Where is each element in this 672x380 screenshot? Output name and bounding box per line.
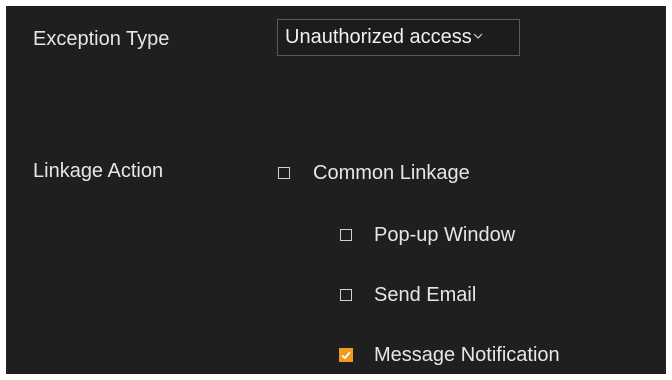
popup-window-checkbox[interactable] (340, 229, 352, 241)
exception-type-value: Unauthorized access (285, 26, 472, 48)
exception-settings-panel: Exception Type Unauthorized access Linka… (6, 6, 666, 374)
linkage-action-label: Linkage Action (33, 160, 164, 182)
popup-window-label: Pop-up Window (374, 224, 516, 246)
exception-type-label: Exception Type (33, 28, 170, 50)
send-email-checkbox-row[interactable]: Send Email (340, 283, 476, 307)
checkmark-icon (341, 351, 351, 360)
message-notification-label: Message Notification (374, 344, 560, 366)
exception-type-select[interactable]: Unauthorized access (277, 19, 520, 56)
common-linkage-checkbox-row[interactable]: Common Linkage (278, 161, 470, 185)
common-linkage-checkbox[interactable] (278, 167, 290, 179)
send-email-checkbox[interactable] (340, 289, 352, 301)
chevron-down-icon (473, 17, 483, 52)
message-notification-checkbox[interactable] (339, 348, 353, 362)
send-email-label: Send Email (374, 284, 477, 306)
popup-window-checkbox-row[interactable]: Pop-up Window (340, 223, 515, 247)
common-linkage-label: Common Linkage (313, 162, 470, 184)
message-notification-checkbox-row[interactable]: Message Notification (339, 343, 560, 367)
